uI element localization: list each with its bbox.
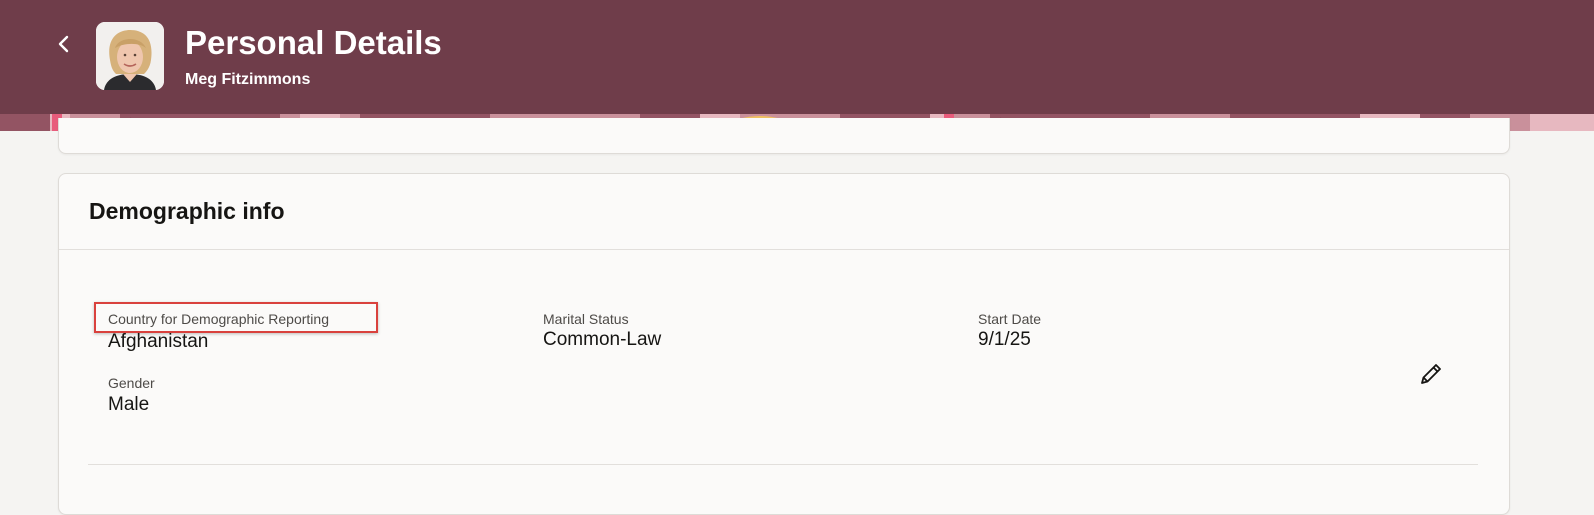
chevron-left-icon (58, 35, 69, 53)
start-date-label: Start Date (978, 311, 1042, 327)
section-title: Demographic info (89, 198, 285, 224)
previous-section-card (58, 118, 1510, 154)
page-title: Personal Details (185, 24, 442, 61)
fields-bottom-divider (88, 464, 1478, 465)
pencil-icon (1421, 364, 1441, 384)
marital-status-value: Common-Law (543, 329, 662, 350)
edit-button[interactable] (1416, 359, 1446, 389)
page-header: Personal Details Meg Fitzimmons (0, 0, 1594, 131)
marital-status-label: Marital Status (543, 311, 629, 327)
person-name: Meg Fitzimmons (185, 71, 311, 88)
avatar (96, 22, 164, 90)
start-date-value: 9/1/25 (978, 329, 1031, 350)
highlight-box (94, 302, 378, 333)
gender-label: Gender (108, 375, 155, 391)
back-button[interactable] (50, 30, 78, 58)
country-demographic-reporting-value: Afghanistan (108, 331, 209, 352)
gender-value: Male (108, 394, 150, 415)
section-divider (59, 249, 1509, 250)
